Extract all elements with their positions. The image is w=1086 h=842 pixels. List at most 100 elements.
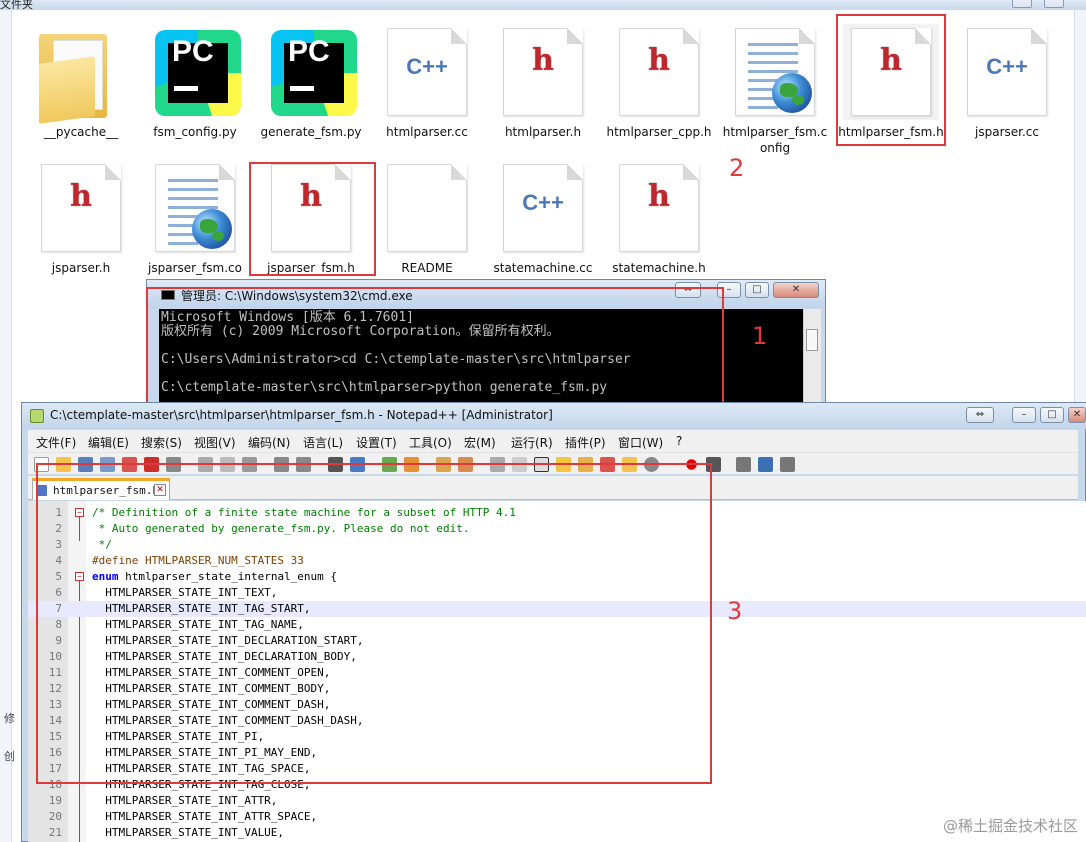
code-line[interactable]: 11 HTMLPARSER_STATE_INT_COMMENT_OPEN, (28, 665, 1086, 681)
fold-toggle-icon[interactable]: − (75, 572, 84, 581)
record-macro-icon[interactable] (686, 459, 697, 470)
restore-icon[interactable]: ⇔ (675, 282, 701, 298)
paste-icon[interactable] (242, 457, 257, 472)
code-line[interactable]: 17 HTMLPARSER_STATE_INT_TAG_SPACE, (28, 761, 1086, 777)
code-line[interactable]: 16 HTMLPARSER_STATE_INT_PI_MAY_END, (28, 745, 1086, 761)
file-item[interactable]: README (372, 160, 482, 276)
replace-icon[interactable] (350, 457, 365, 472)
code-line[interactable]: 5 − enum htmlparser_state_internal_enum { (28, 569, 1086, 585)
run-macro-multiple-icon[interactable] (758, 457, 773, 472)
stop-macro-icon[interactable] (706, 457, 721, 472)
file-item[interactable]: h statemachine.h (604, 160, 714, 276)
language-icon[interactable] (556, 457, 571, 472)
show-all-chars-icon[interactable] (512, 457, 527, 472)
tab-htmlparser-fsm-h[interactable]: htmlparser_fsm.h ✕ (32, 478, 170, 500)
menu-macro[interactable]: 宏(M) (464, 434, 496, 451)
sync-vertical-icon[interactable] (436, 457, 451, 472)
code-editor[interactable]: 1−/* Definition of a finite state machin… (28, 501, 1086, 842)
close-tab-icon[interactable]: ✕ (154, 484, 166, 496)
file-item[interactable]: h jsparser.h (26, 160, 136, 276)
menu-run[interactable]: 运行(R) (511, 434, 553, 451)
cmd-titlebar[interactable]: 管理员: C:\Windows\system32\cmd.exe ⇔ – □ ✕ (147, 280, 825, 308)
code-line[interactable]: 21 HTMLPARSER_STATE_INT_VALUE, (28, 825, 1086, 841)
code-line[interactable]: 9 HTMLPARSER_STATE_INT_DECLARATION_START… (28, 633, 1086, 649)
save-icon[interactable] (78, 457, 93, 472)
close-file-icon[interactable] (122, 457, 137, 472)
restore-icon[interactable]: ⇔ (966, 407, 994, 423)
maximize-button[interactable]: □ (1040, 407, 1064, 423)
file-item[interactable]: htmlparser_fsm.config (720, 24, 830, 156)
code-line[interactable]: 13 HTMLPARSER_STATE_INT_COMMENT_DASH, (28, 697, 1086, 713)
file-item[interactable]: h jsparser_fsm.h (256, 160, 366, 276)
sync-horizontal-icon[interactable] (458, 457, 473, 472)
menu-edit[interactable]: 编辑(E) (88, 434, 129, 451)
file-item[interactable]: h htmlparser_cpp.h (604, 24, 714, 140)
file-item[interactable]: PC fsm_config.py (140, 24, 250, 140)
close-button[interactable]: ✕ (773, 282, 819, 298)
cmd-scrollbar[interactable] (803, 309, 821, 405)
file-item-selected[interactable]: h htmlparser_fsm.h (836, 24, 946, 140)
doc-map-icon[interactable] (578, 457, 593, 472)
file-item[interactable]: C++ statemachine.cc (488, 160, 598, 276)
maximize-button[interactable]: □ (745, 282, 769, 298)
menu-encoding[interactable]: 编码(N) (248, 434, 290, 451)
file-item[interactable]: jsparser_fsm.co (140, 160, 250, 276)
code-line[interactable]: 1 −/* Definition of a finite state machin… (28, 505, 1086, 521)
word-wrap-icon[interactable] (490, 457, 505, 472)
cmd-console[interactable]: Microsoft Windows [版本 6.1.7601] 版权所有 (c) … (159, 309, 803, 405)
file-item[interactable]: C++ jsparser.cc (952, 24, 1062, 140)
menu-tools[interactable]: 工具(O) (409, 434, 452, 451)
code-line[interactable]: 19 HTMLPARSER_STATE_INT_ATTR, (28, 793, 1086, 809)
menu-window[interactable]: 窗口(W) (618, 434, 663, 451)
function-list-icon[interactable] (600, 457, 615, 472)
menu-settings[interactable]: 设置(T) (356, 434, 397, 451)
navigation-pane[interactable]: 修 创 (0, 10, 15, 842)
file-item[interactable]: PC generate_fsm.py (256, 24, 366, 140)
notepadpp-window[interactable]: C:\ctemplate-master\src\htmlparser\htmlp… (21, 402, 1086, 842)
code-line[interactable]: 10 HTMLPARSER_STATE_INT_DECLARATION_BODY… (28, 649, 1086, 665)
code-line[interactable]: 2 * Auto generated by generate_fsm.py. P… (28, 521, 1086, 537)
npp-titlebar[interactable]: C:\ctemplate-master\src\htmlparser\htmlp… (22, 403, 1086, 429)
play-macro-icon[interactable] (736, 457, 751, 472)
code-line[interactable]: 3 */ (28, 537, 1086, 553)
code-line[interactable]: 18 HTMLPARSER_STATE_INT_TAG_CLOSE, (28, 777, 1086, 793)
minimize-button[interactable]: – (1012, 407, 1036, 423)
zoom-out-icon[interactable] (404, 457, 419, 472)
code-line[interactable]: 6 HTMLPARSER_STATE_INT_TEXT, (28, 585, 1086, 601)
close-all-icon[interactable] (144, 457, 159, 472)
menu-file[interactable]: 文件(F) (36, 434, 76, 451)
maximize-button[interactable] (1012, 0, 1032, 8)
cmd-window[interactable]: 管理员: C:\Windows\system32\cmd.exe ⇔ – □ ✕… (146, 279, 826, 405)
menu-help[interactable]: ? (676, 434, 682, 448)
menu-view[interactable]: 视图(V) (194, 434, 236, 451)
code-line[interactable]: 4 #define HTMLPARSER_NUM_STATES 33 (28, 553, 1086, 569)
new-file-icon[interactable] (34, 457, 49, 472)
code-line[interactable]: 12 HTMLPARSER_STATE_INT_COMMENT_BODY, (28, 681, 1086, 697)
menu-language[interactable]: 语言(L) (303, 434, 343, 451)
minimize-button[interactable]: – (717, 282, 741, 298)
cut-icon[interactable] (198, 457, 213, 472)
copy-icon[interactable] (220, 457, 235, 472)
file-item[interactable]: __pycache__ (26, 24, 136, 140)
file-item[interactable]: C++ htmlparser.cc (372, 24, 482, 140)
scrollbar[interactable] (1074, 10, 1086, 410)
open-file-icon[interactable] (56, 457, 71, 472)
menu-plugins[interactable]: 插件(P) (565, 434, 606, 451)
code-line[interactable]: 20 HTMLPARSER_STATE_INT_ATTR_SPACE, (28, 809, 1086, 825)
menu-search[interactable]: 搜索(S) (141, 434, 182, 451)
undo-icon[interactable] (274, 457, 289, 472)
save-all-icon[interactable] (100, 457, 115, 472)
monitoring-icon[interactable] (644, 457, 659, 472)
indent-guide-icon[interactable] (534, 457, 549, 472)
help-button[interactable] (1044, 0, 1064, 8)
save-macro-icon[interactable] (780, 457, 795, 472)
find-icon[interactable] (328, 457, 343, 472)
scroll-thumb[interactable] (806, 329, 818, 351)
code-line[interactable]: 14 HTMLPARSER_STATE_INT_COMMENT_DASH_DAS… (28, 713, 1086, 729)
print-icon[interactable] (166, 457, 181, 472)
code-line[interactable]: 15 HTMLPARSER_STATE_INT_PI, (28, 729, 1086, 745)
zoom-in-icon[interactable] (382, 457, 397, 472)
fold-toggle-icon[interactable]: − (75, 508, 84, 517)
folder-workspace-icon[interactable] (622, 457, 637, 472)
code-line[interactable]: 8 HTMLPARSER_STATE_INT_TAG_NAME, (28, 617, 1086, 633)
